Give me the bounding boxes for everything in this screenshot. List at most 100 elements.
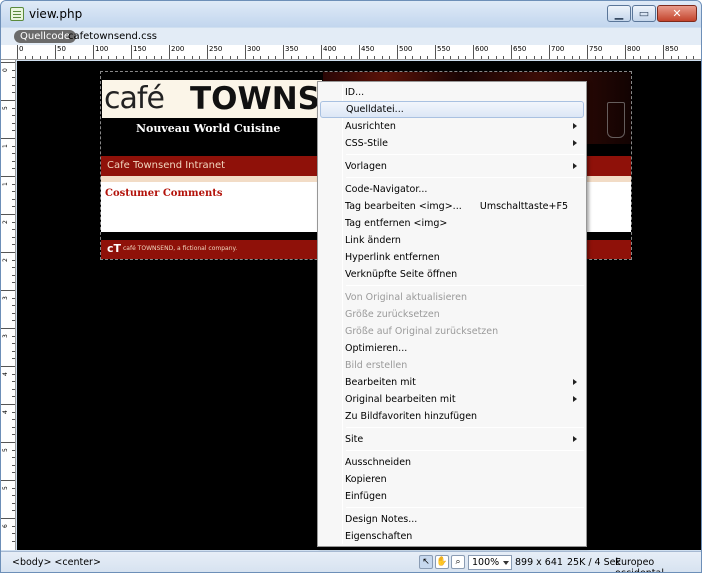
menu-item-label: Bearbeiten mit (345, 377, 416, 388)
ruler-tick (55, 45, 56, 59)
ruler-tick (85, 56, 86, 59)
ruler-tick (579, 56, 580, 59)
menu-item[interactable]: ID... (320, 84, 584, 101)
ruler-tick (63, 56, 64, 59)
menu-item[interactable]: Zu Bildfavoriten hinzufügen (320, 408, 584, 425)
maximize-button[interactable]: ▭ (632, 5, 656, 22)
status-bar: <body> <center> ↖ ✋ ⌕ 100% 899 x 641 25K… (1, 551, 701, 572)
ruler-tick (12, 396, 15, 397)
menu-item[interactable]: Eigenschaften (320, 528, 584, 545)
ruler-tick (488, 56, 489, 59)
ruler-tick (12, 541, 15, 542)
submenu-arrow-icon (573, 163, 577, 169)
zoom-select[interactable]: 100% (468, 555, 512, 570)
ruler-label: 0 (2, 68, 9, 72)
menu-item[interactable]: Link ändern (320, 232, 584, 249)
menu-item: Von Original aktualisieren (320, 289, 584, 306)
ruler-tick (12, 115, 15, 116)
ruler-tick (511, 45, 512, 59)
menu-item[interactable]: Hyperlink entfernen (320, 249, 584, 266)
ruler-tick (139, 56, 140, 59)
vertical-ruler[interactable]: 05112233445566 (1, 60, 16, 566)
ruler-tick (12, 191, 15, 192)
ruler-tick (1, 290, 15, 291)
select-tool-icon[interactable]: ↖ (419, 555, 433, 569)
ruler-tick (12, 419, 15, 420)
ruler-label: 150 (133, 45, 147, 53)
window-size[interactable]: 899 x 641 (515, 557, 563, 568)
menu-item[interactable]: Kopieren (320, 471, 584, 488)
menu-item-label: Design Notes... (345, 514, 418, 525)
content-heading: Costumer Comments (105, 188, 223, 199)
menu-item[interactable]: Tag entfernen <img> (320, 215, 584, 232)
ruler-label: 2 (2, 258, 9, 262)
ruler-tick (12, 472, 15, 473)
ruler-tick (1, 252, 15, 253)
menu-item[interactable]: Code-Navigator... (320, 181, 584, 198)
ruler-tick (1, 480, 15, 481)
zoom-tool-icon[interactable]: ⌕ (451, 555, 465, 569)
menu-item[interactable]: Vorlagen (320, 158, 584, 175)
menu-item-label: CSS-Stile (345, 138, 389, 149)
menu-item-label: Von Original aktualisieren (345, 292, 467, 303)
ruler-label: 4 (2, 410, 9, 414)
logo-image[interactable]: café TOWNS (102, 80, 322, 118)
ruler-label: 5 (2, 486, 9, 490)
close-button[interactable]: ✕ (657, 5, 697, 22)
ruler-tick (655, 56, 656, 59)
ruler-tick (367, 56, 368, 59)
footer-logo: cT (107, 242, 122, 255)
menu-item-label: Eigenschaften (345, 531, 413, 542)
menu-item-label: Größe auf Original zurücksetzen (345, 326, 499, 337)
menu-item-shortcut: Umschalttaste+F5 (479, 201, 568, 212)
ruler-tick (222, 56, 223, 59)
ruler-tick (465, 56, 466, 59)
tagline: Nouveau World Cuisine (136, 122, 281, 135)
ruler-tick (12, 206, 15, 207)
tab-css-file[interactable]: cafetownsend.css (68, 30, 157, 43)
ruler-tick (12, 229, 15, 230)
menu-item[interactable]: Tag bearbeiten <img>... Umschalttaste+F5 (320, 198, 584, 215)
logo-cafe-text: café (104, 81, 165, 116)
view-tools: ↖ ✋ ⌕ (419, 555, 465, 569)
logo-towns-text: TOWNS (190, 81, 320, 117)
ruler-tick (693, 56, 694, 59)
ruler-tick (12, 313, 15, 314)
menu-item[interactable]: Quelldatei... (320, 101, 584, 118)
ruler-tick (12, 146, 15, 147)
ruler-tick (557, 56, 558, 59)
related-files-bar: Quellcode cafetownsend.css (1, 28, 701, 45)
menu-item[interactable]: CSS-Stile (320, 135, 584, 152)
horizontal-ruler[interactable]: 0 50 100 150 200 250 300 350 400 450 500 550 600 650 7… (1, 45, 701, 60)
minimize-button[interactable]: ▁ (607, 5, 631, 22)
ruler-tick (519, 56, 520, 59)
menu-item[interactable]: Bearbeiten mit (320, 374, 584, 391)
ruler-tick (595, 56, 596, 59)
ruler-tick (291, 56, 292, 59)
tag-selector[interactable]: <body> <center> (12, 557, 101, 568)
tab-source-code[interactable]: Quellcode (14, 30, 77, 43)
ruler-tick (12, 495, 15, 496)
ruler-tick (12, 488, 15, 489)
ruler-tick (610, 56, 611, 59)
menu-item[interactable]: Einfügen (320, 488, 584, 505)
menu-item[interactable]: Ausschneiden (320, 454, 584, 471)
menu-item[interactable]: Design Notes... (320, 511, 584, 528)
ruler-tick (12, 199, 15, 200)
menu-item[interactable]: Original bearbeiten mit (320, 391, 584, 408)
ruler-tick (12, 168, 15, 169)
menu-item[interactable]: Ausrichten (320, 118, 584, 135)
hand-tool-icon[interactable]: ✋ (435, 555, 449, 569)
ruler-tick (116, 56, 117, 59)
menu-item[interactable]: Site (320, 431, 584, 448)
menu-item[interactable]: Optimieren... (320, 340, 584, 357)
ruler-tick (199, 56, 200, 59)
ruler-tick (389, 56, 390, 59)
menu-item-label: Tag entfernen <img> (345, 218, 448, 229)
ruler-label: 500 (399, 45, 413, 53)
menu-item[interactable]: Verknüpfte Seite öffnen (320, 266, 584, 283)
title-bar[interactable]: view.php ▁ ▭ ✕ (1, 1, 701, 27)
ruler-label: 50 (57, 45, 66, 53)
ruler-tick (1, 214, 15, 215)
ruler-tick (161, 56, 162, 59)
